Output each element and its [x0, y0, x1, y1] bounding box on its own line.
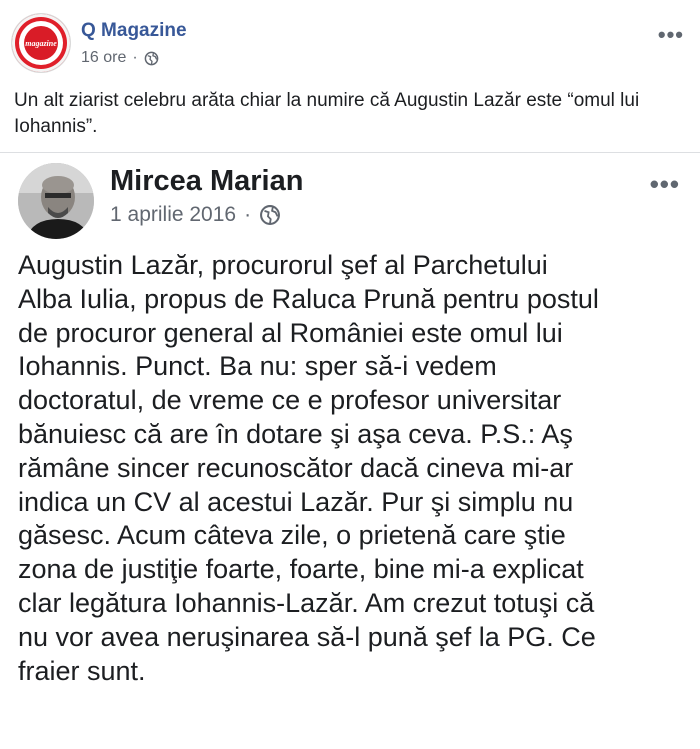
body-line: doctoratul, de vreme ce e profesor unive… — [18, 385, 562, 416]
post-meta: 16 ore · — [81, 49, 159, 67]
body-line: bănuiesc că are în dotare şi aşa ceva. P… — [18, 418, 573, 449]
author-avatar[interactable] — [18, 163, 94, 239]
author-photo — [18, 163, 94, 239]
body-line: Iohannis. Punct. Ba nu: sper să-i vedem — [18, 351, 497, 382]
body-line: zona de justiţie foarte, foarte, bine mi… — [18, 554, 584, 585]
more-options-icon[interactable]: ••• — [658, 22, 684, 48]
q-magazine-logo: magazine — [19, 21, 63, 65]
body-line: găsesc. Acum câteva zile, o prietenă car… — [18, 520, 566, 551]
page-post-header: magazine Q Magazine 16 ore · ••• — [0, 0, 700, 84]
body-line: clar legătura Iohannis-Lazăr. Am crezut … — [18, 587, 595, 618]
shared-post-meta: 1 aprilie 2016 · — [110, 203, 281, 227]
logo-mark: magazine — [24, 26, 58, 60]
shared-post: Mircea Marian 1 aprilie 2016 · ••• Augus… — [0, 153, 700, 749]
post-time[interactable]: 16 ore — [81, 49, 126, 67]
body-line: Alba Iulia, propus de Raluca Prună pentr… — [18, 283, 599, 314]
body-line: Augustin Lazăr, procurorul şef al Parche… — [18, 250, 548, 280]
post-caption: Un alt ziarist celebru arăta chiar la nu… — [14, 90, 640, 137]
body-line: de procuror general al României este omu… — [18, 317, 563, 348]
shared-more-options-icon[interactable]: ••• — [650, 169, 680, 200]
body-line: rămâne sincer recunoscător dacă cineva m… — [18, 452, 574, 483]
body-line: fraier sunt. — [18, 655, 146, 686]
page-avatar[interactable]: magazine — [12, 14, 70, 72]
meta-separator: · — [132, 49, 138, 66]
body-line: nu vor avea neruşinarea să-l pună şef la… — [18, 621, 596, 652]
shared-post-date[interactable]: 1 aprilie 2016 — [110, 203, 236, 227]
globe-icon[interactable] — [144, 51, 159, 66]
shared-post-body: Augustin Lazăr, procurorul şef al Parche… — [18, 249, 688, 688]
page-name-link[interactable]: Q Magazine — [81, 20, 187, 42]
globe-icon[interactable] — [259, 204, 281, 226]
body-line: indica un CV al acestui Lazăr. Pur şi si… — [18, 486, 574, 517]
meta-separator: · — [244, 203, 252, 226]
author-name-link[interactable]: Mircea Marian — [110, 165, 303, 198]
